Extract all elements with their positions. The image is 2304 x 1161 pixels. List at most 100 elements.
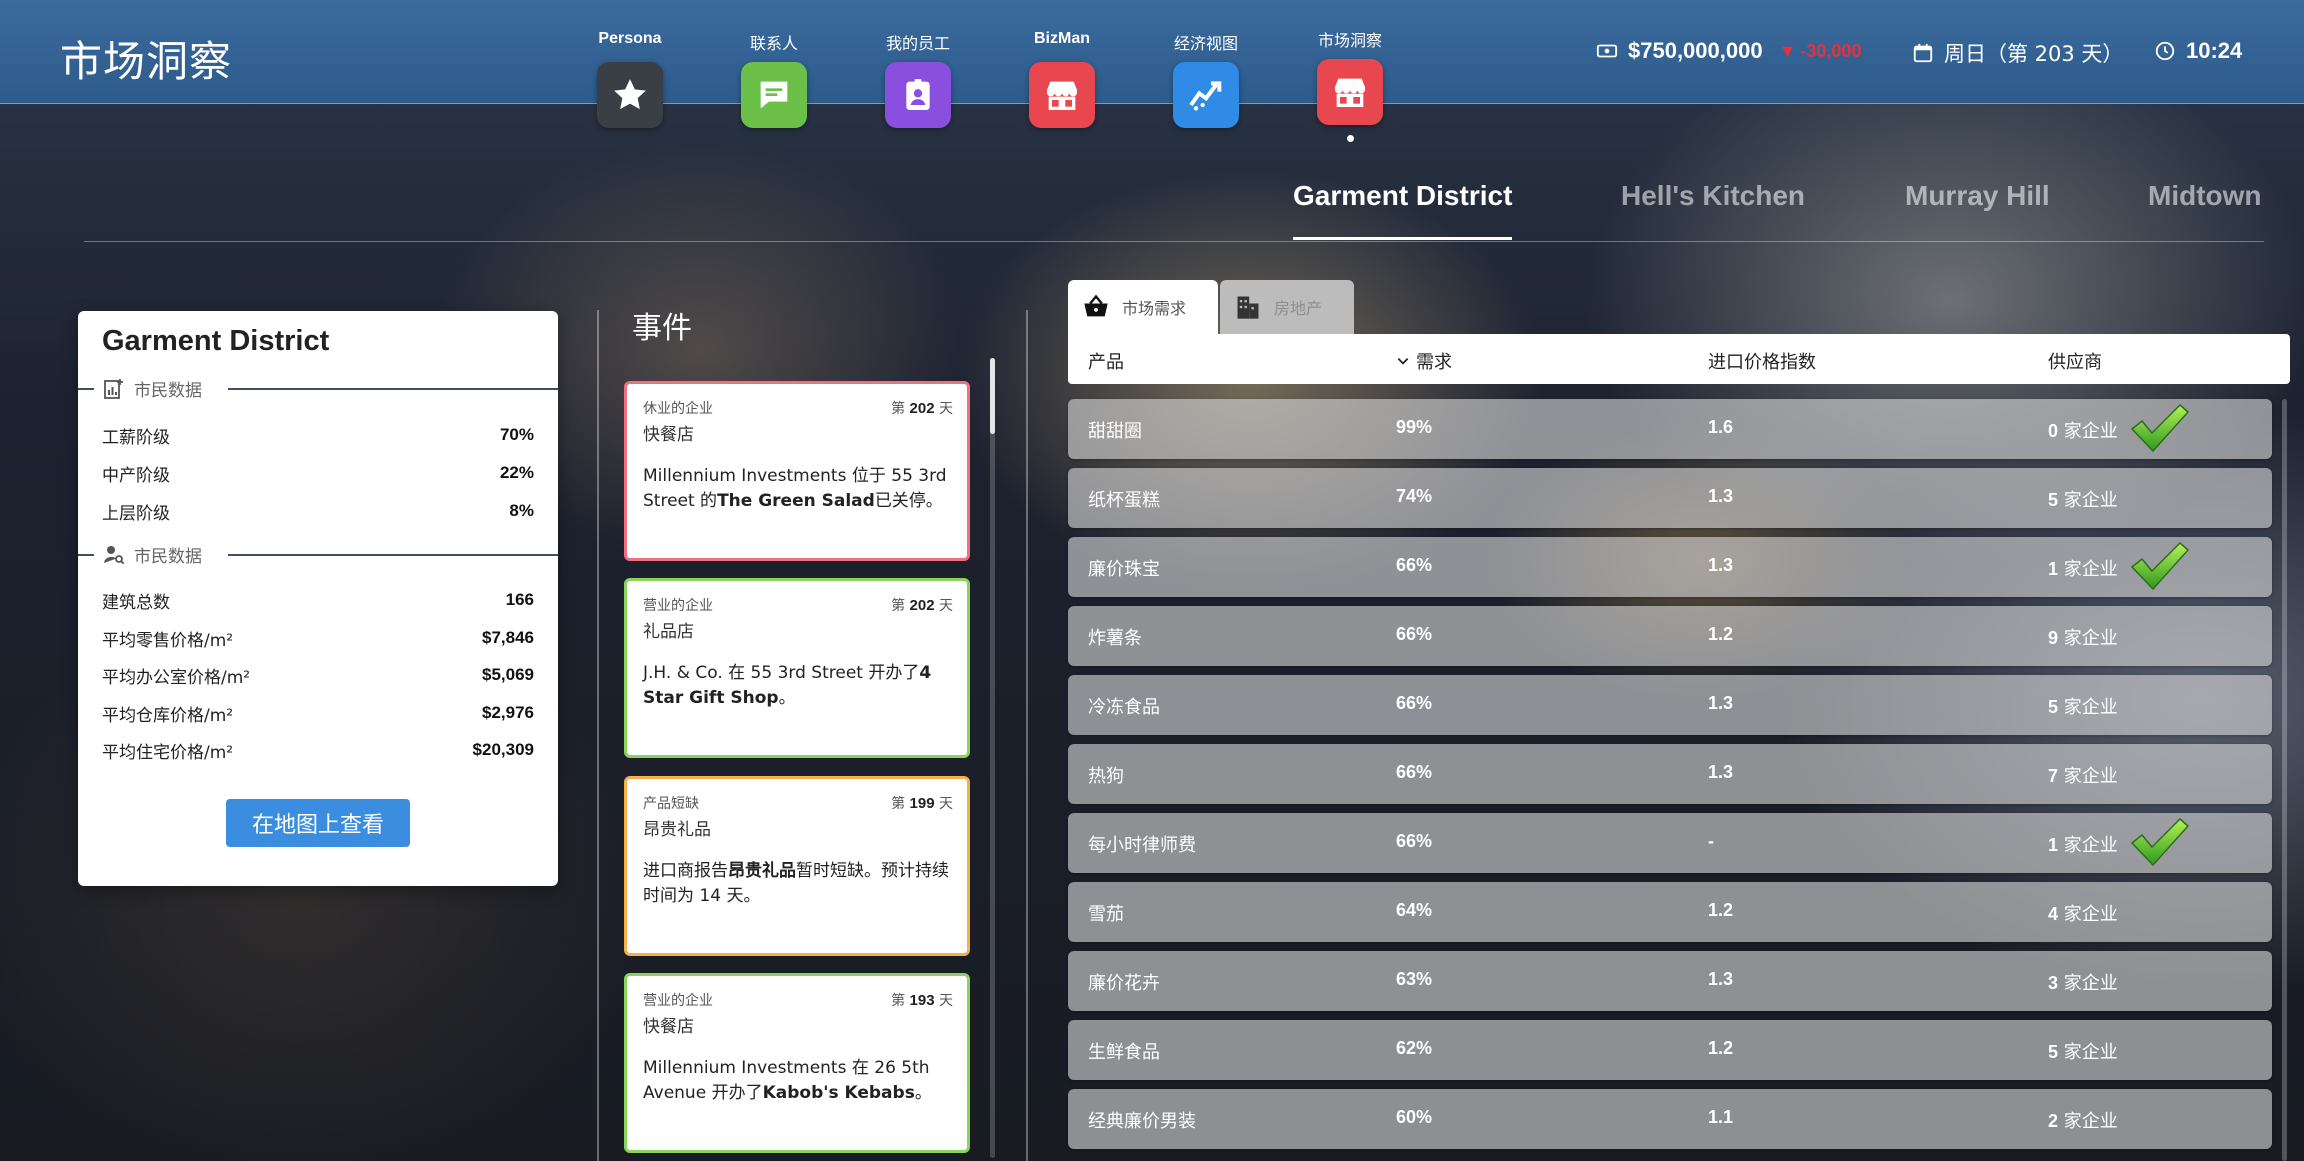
table-row[interactable]: 热狗 66% 1.3 7 家企业 [1068,744,2272,804]
section-header-buildings: 市民数据 [78,539,558,569]
product-name: 纸杯蛋糕 [1088,490,1160,511]
column-header-supplier[interactable]: 供应商 [2048,348,2102,374]
nav-label: Persona [598,30,662,47]
events-scrollbar[interactable] [990,358,995,1158]
table-row[interactable]: 生鲜食品 62% 1.2 5 家企业 [1068,1020,2272,1080]
event-type: 产品短缺 [643,796,699,812]
scroll-thumb[interactable] [990,358,995,434]
import-price-value: 1.6 [1708,417,1734,437]
stat-label: 平均仓库价格/m² [102,705,234,726]
supplier-count: 9 家企业 [2048,628,2118,649]
stat-row: 工薪阶级 70% [102,422,534,448]
person-search-icon [104,545,125,564]
badge-icon[interactable] [885,62,951,128]
calendar-icon [1913,43,1933,63]
table-row[interactable]: 炸薯条 66% 1.2 9 家企业 [1068,606,2272,666]
nav-employees[interactable]: 我的员工 [858,30,978,128]
nav-contacts[interactable]: 联系人 [714,30,834,128]
table-row[interactable]: 廉价珠宝 66% 1.3 1 家企业 [1068,537,2272,597]
nav-economy[interactable]: 经济视图 [1146,30,1266,128]
stat-value: $20,309 [472,740,534,759]
tab-divider [84,241,2264,242]
column-header-demand[interactable]: 需求 [1396,348,1452,374]
table-scrollbar[interactable] [2282,399,2287,1161]
table-row[interactable]: 纸杯蛋糕 74% 1.3 5 家企业 [1068,468,2272,528]
import-price-value: 1.1 [1708,1107,1734,1127]
chat-icon[interactable] [741,62,807,128]
nav-label: BizMan [1034,30,1090,47]
tab-real-estate[interactable]: 房地产 [1220,280,1354,334]
stat-row: 平均办公室价格/m² $5,069 [102,662,534,688]
checkmark-icon [2130,403,2190,453]
product-name: 炸薯条 [1088,628,1142,649]
basket-icon [1084,294,1108,317]
stat-row: 平均仓库价格/m² $2,976 [102,700,534,726]
events-title: 事件 [632,311,692,346]
top-bar: 市场洞察 Persona 联系人 我的员工 BizMan 经济视图 市场洞察 $… [0,0,2304,142]
down-arrow-icon: ▼ [1778,40,1797,61]
column-label: 需求 [1416,352,1452,373]
stat-row: 建筑总数 166 [102,587,534,613]
event-day: 第 202 天 [891,400,953,417]
section-label: 市民数据 [134,547,202,567]
product-name: 雪茄 [1088,904,1124,925]
shop-icon[interactable] [1029,62,1095,128]
table-row[interactable]: 雪茄 64% 1.2 4 家企业 [1068,882,2272,942]
table-row[interactable]: 廉价花卉 63% 1.3 3 家企业 [1068,951,2272,1011]
demand-value: 62% [1396,1038,1433,1058]
product-name: 甜甜圈 [1088,421,1142,442]
event-day: 第 199 天 [891,795,953,812]
tab-garment-district[interactable]: Garment District [1293,180,1513,240]
nav-label: 经济视图 [1173,34,1238,53]
star-icon[interactable] [597,62,663,128]
time-value: 10:24 [2186,38,2243,63]
money-icon [1596,44,1618,58]
tab-midtown[interactable]: Midtown [2148,180,2262,240]
event-card[interactable]: 营业的企业 第 193 天快餐店 Millennium Investments 在 … [624,973,970,1153]
table-row[interactable]: 经典廉价男装 60% 1.1 2 家企业 [1068,1089,2272,1149]
chevron-down-icon [1397,358,1409,365]
stat-value: $2,976 [482,703,534,722]
tab-market-demand[interactable]: 市场需求 [1068,280,1218,334]
tab-hells-kitchen[interactable]: Hell's Kitchen [1621,180,1805,240]
supplier-count: 2 家企业 [2048,1111,2118,1132]
stat-value: $7,846 [482,628,534,647]
nav-persona[interactable]: Persona [570,30,690,128]
stat-label: 平均零售价格/m² [102,630,234,651]
import-price-value: 1.2 [1708,624,1734,644]
stat-row: 中产阶级 22% [102,460,534,486]
event-day: 第 193 天 [891,992,953,1009]
stat-label: 工薪阶级 [102,427,170,448]
stat-row: 上层阶级 8% [102,498,534,524]
demand-value: 64% [1396,900,1433,920]
event-card[interactable]: 营业的企业 第 202 天礼品店 J.H. & Co. 在 55 3rd Stree… [624,578,970,758]
event-card[interactable]: 休业的企业 第 202 天快餐店 Millennium Investments 位于… [624,381,970,561]
page-title: 市场洞察 [60,37,233,86]
column-header-import-price[interactable]: 进口价格指数 [1708,348,1816,374]
chart-icon[interactable] [1173,62,1239,128]
panel-divider [597,310,599,1161]
time-display: 10:24 [2154,38,2242,64]
building-icon [1237,296,1259,319]
nav-label: 我的员工 [885,34,950,53]
table-row[interactable]: 每小时律师费 66% - 1 家企业 [1068,813,2272,873]
event-card[interactable]: 产品短缺 第 199 天昂贵礼品 进口商报告昂贵礼品暂时短缺。预计持续时间为 14 … [624,776,970,956]
money-display: $750,000,000 ▼ -30,000 [1596,38,1861,64]
stat-value: 8% [509,501,534,520]
stats-icon [104,378,123,399]
stat-label: 平均办公室价格/m² [102,667,251,688]
tab-murray-hill[interactable]: Murray Hill [1905,180,2050,240]
event-type: 营业的企业 [643,598,713,614]
view-on-map-button[interactable]: 在地图上查看 [226,799,410,847]
product-name: 冷冻食品 [1088,697,1160,718]
nav-bizman[interactable]: BizMan [1002,30,1122,128]
nav-market-insight[interactable]: 市场洞察 [1290,27,1410,142]
table-row[interactable]: 冷冻食品 66% 1.3 5 家企业 [1068,675,2272,735]
checkmark-icon [2130,817,2190,867]
demand-value: 63% [1396,969,1433,989]
column-header-product[interactable]: 产品 [1088,348,1124,374]
event-subtitle: 昂贵礼品 [643,820,711,840]
district-title: Garment District [102,325,330,357]
shop-icon[interactable] [1317,59,1383,125]
table-row[interactable]: 甜甜圈 99% 1.6 0 家企业 [1068,399,2272,459]
